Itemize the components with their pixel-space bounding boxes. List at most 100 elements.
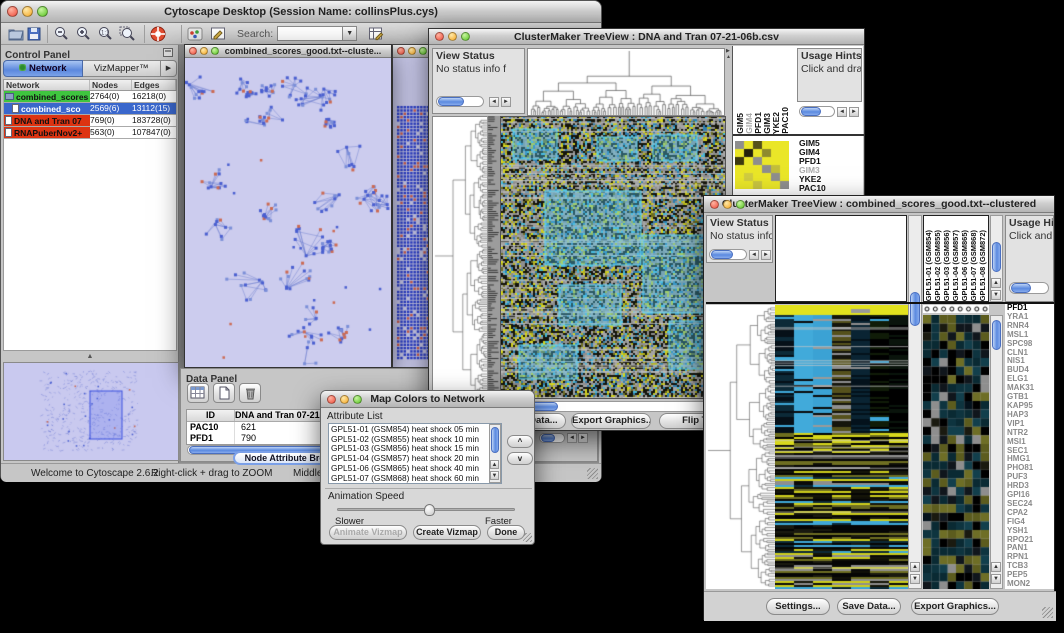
animate-vizmap-button[interactable]: Animate Vizmap (329, 525, 407, 540)
attribute-browser-icon[interactable] (367, 25, 385, 43)
dialog-titlebar[interactable]: Map Colors to Network (321, 391, 534, 408)
close-button[interactable] (435, 32, 444, 41)
tv2-status-hscrollbar[interactable] (709, 249, 747, 260)
tv2-heatmap[interactable] (775, 305, 908, 589)
network-table-header[interactable]: NetworkNodesEdges (3, 79, 177, 91)
network-table-header-cell[interactable]: Nodes (90, 80, 132, 90)
minimize-button[interactable] (200, 47, 208, 55)
tv2-heatmap-vscrollbar[interactable]: ▲ ▼ (908, 215, 922, 589)
close-button[interactable] (7, 6, 18, 17)
search-dropdown-arrow[interactable]: ▼ (343, 26, 357, 41)
slider-thumb[interactable] (424, 504, 435, 516)
scroll-up-button[interactable]: ▲ (490, 460, 499, 469)
panel-splitter[interactable]: ▲ (3, 351, 177, 362)
save-icon[interactable] (25, 25, 43, 43)
close-button[interactable] (397, 47, 405, 55)
treeview1-titlebar[interactable]: ClusterMaker TreeView : DNA and Tran 07-… (429, 29, 864, 45)
scroll-left-button[interactable]: ◄ (749, 250, 759, 260)
network-table-header-cell[interactable]: Edges (132, 80, 176, 90)
close-button[interactable] (189, 47, 197, 55)
tv1-button-export-graphics[interactable]: Export Graphics... (571, 413, 651, 429)
tv1-gene-dendrogram[interactable] (432, 116, 488, 399)
tv1-zoom-heatmap[interactable] (735, 141, 789, 189)
zoom-out-icon[interactable] (52, 25, 70, 43)
scroll-right-button[interactable]: ► (578, 433, 588, 443)
network-row[interactable]: combined_sco2569(6)13112(15) (3, 103, 177, 115)
zoom-window-button[interactable] (353, 395, 362, 404)
network-name-cell[interactable]: DNA and Tran 07 (4, 115, 90, 126)
delete-attribute-icon[interactable] (239, 383, 261, 403)
search-input[interactable] (277, 26, 343, 41)
zoom-fit-icon[interactable]: 1:1 (96, 25, 114, 43)
animation-speed-slider[interactable] (337, 508, 515, 511)
scroll-left-button[interactable]: ◄ (489, 97, 499, 107)
network-name-cell[interactable]: combined_scores (4, 91, 90, 102)
tv2-resize-grip[interactable] (1042, 607, 1053, 618)
float-panel-icon[interactable] (163, 48, 173, 57)
zoom-selected-icon[interactable] (118, 25, 136, 43)
scroll-right-button[interactable]: ► (501, 97, 511, 107)
main-titlebar[interactable]: Cytoscape Desktop (Session Name: collins… (1, 1, 601, 23)
scroll-left-button[interactable]: ◄ (837, 107, 847, 117)
tv1-status-hscrollbar[interactable] (436, 96, 484, 107)
treeview2-titlebar[interactable]: ClusterMaker TreeView : combined_scores_… (704, 196, 1054, 213)
network-table-header-cell[interactable]: Network (4, 80, 90, 90)
tv2-button-save-data[interactable]: Save Data... (837, 598, 901, 615)
help-lifebuoy-icon[interactable] (149, 25, 167, 43)
zoom-window-button[interactable] (37, 6, 48, 17)
tv2-button-settings[interactable]: Settings... (766, 598, 830, 615)
zoom-window-button[interactable] (736, 200, 745, 209)
scroll-left-button[interactable]: ◄ (567, 433, 577, 443)
scroll-down-button[interactable]: ▼ (910, 574, 920, 584)
attribute-table-header-cell[interactable]: ID (187, 410, 235, 421)
tv2-zoom-vscrollbar[interactable]: ▲ ▼ (990, 315, 1003, 589)
network-view-canvas[interactable] (185, 58, 391, 367)
tv2-button-export-graphics[interactable]: Export Graphics... (911, 598, 999, 615)
new-attribute-icon[interactable] (213, 383, 235, 403)
close-button[interactable] (710, 200, 719, 209)
network-window-titlebar[interactable]: combined_scores_good.txt--cluste... (185, 45, 391, 58)
minimize-button[interactable] (22, 6, 33, 17)
annotation-icon[interactable] (209, 25, 227, 43)
tv2-collabel-vscrollbar[interactable]: ▲ ▼ (990, 215, 1003, 302)
tv2-column-dendrogram[interactable] (775, 215, 907, 302)
right-table-hscrollbar[interactable] (539, 433, 565, 443)
network-name-cell[interactable]: combined_sco (4, 103, 90, 114)
tab-overflow-arrow[interactable]: ▶ (161, 60, 177, 77)
network-row[interactable]: DNA and Tran 07769(0)183728(0) (3, 115, 177, 127)
move-down-button[interactable]: v (507, 452, 533, 465)
tab-network[interactable]: Network (3, 60, 83, 77)
minimize-button[interactable] (723, 200, 732, 209)
network-row[interactable]: RNAPuberNov2+563(0)107847(0) (3, 127, 177, 139)
minimize-button[interactable] (408, 47, 416, 55)
tv1-zoom-hscrollbar[interactable] (799, 106, 835, 117)
scroll-down-button[interactable]: ▼ (991, 290, 1001, 300)
zoom-in-icon[interactable] (74, 25, 92, 43)
vizmapper-icon[interactable] (186, 25, 204, 43)
main-resize-grip[interactable] (587, 468, 598, 479)
zoom-window-button[interactable] (211, 47, 219, 55)
network-row[interactable]: combined_scores2764(0)16218(0) (3, 91, 177, 103)
open-file-icon[interactable] (7, 25, 25, 43)
birdseye-view[interactable] (3, 362, 179, 461)
scroll-right-button[interactable]: ► (849, 107, 859, 117)
minimize-button[interactable] (448, 32, 457, 41)
create-vizmap-button[interactable]: Create Vizmap (413, 525, 481, 540)
scroll-down-button[interactable]: ▼ (991, 574, 1001, 584)
scroll-right-button[interactable]: ► (761, 250, 771, 260)
scroll-up-button[interactable]: ▲ (991, 562, 1001, 572)
done-button[interactable]: Done (487, 525, 525, 540)
close-button[interactable] (327, 395, 336, 404)
tv2-usage-hscrollbar[interactable] (1009, 282, 1049, 294)
tv1-column-dendrogram[interactable] (527, 48, 725, 116)
attribute-list-item[interactable]: GPL51-07 (GSM868) heat shock 60 min (331, 474, 487, 484)
network-name-cell[interactable]: RNAPuberNov2+ (4, 127, 90, 138)
scroll-up-button[interactable]: ▲ (991, 278, 1001, 288)
zoom-window-button[interactable] (461, 32, 470, 41)
scroll-down-button[interactable]: ▼ (490, 471, 499, 480)
tab-vizmapper[interactable]: VizMapper™ (83, 60, 162, 77)
dialog-resize-grip[interactable] (523, 533, 532, 542)
minimize-button[interactable] (340, 395, 349, 404)
tv2-gene-dendrogram[interactable] (706, 305, 775, 589)
zoom-window-button[interactable] (419, 47, 427, 55)
